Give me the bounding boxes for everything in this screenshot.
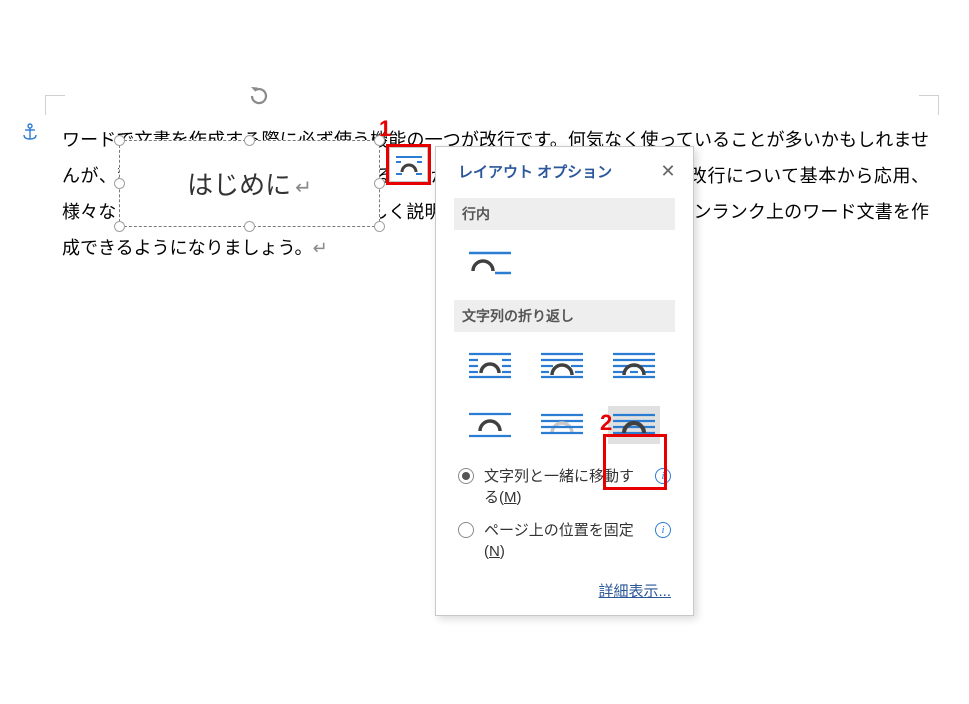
radio-fix-on-page[interactable]: ページ上の位置を固定(N) i <box>458 520 671 562</box>
info-icon[interactable]: i <box>655 468 671 484</box>
resize-handle[interactable] <box>244 135 255 146</box>
page-margin-corner <box>45 95 65 115</box>
resize-handle[interactable] <box>374 178 385 189</box>
wrap-option-in-front[interactable] <box>608 406 660 444</box>
wrap-option-square[interactable] <box>464 346 516 384</box>
anchor-icon <box>22 123 38 146</box>
wrap-option-through[interactable] <box>608 346 660 384</box>
popup-title: レイアウト オプション <box>458 161 647 182</box>
radio-label: ページ上の位置を固定(N) <box>484 520 645 562</box>
resize-handle[interactable] <box>244 221 255 232</box>
pilcrow-icon: ↵ <box>295 177 312 199</box>
section-wrap-label: 文字列の折り返し <box>454 300 675 332</box>
wrap-option-top-bottom[interactable] <box>464 406 516 444</box>
annotation-2: 2 <box>600 410 612 436</box>
wrap-option-behind[interactable] <box>536 406 588 444</box>
layout-options-trigger-button[interactable] <box>389 147 428 182</box>
resize-handle[interactable] <box>114 221 125 232</box>
resize-handle[interactable] <box>114 135 125 146</box>
wrap-option-tight[interactable] <box>536 346 588 384</box>
rotate-handle[interactable] <box>247 84 271 108</box>
details-link[interactable]: 詳細表示... <box>598 583 671 600</box>
radio-icon <box>458 522 474 538</box>
radio-move-with-text[interactable]: 文字列と一緒に移動する(M) i <box>458 466 671 508</box>
wrap-option-inline[interactable] <box>464 244 516 282</box>
resize-handle[interactable] <box>374 221 385 232</box>
pilcrow-icon: ↵ <box>313 238 328 258</box>
annotation-1: 1 <box>379 116 391 142</box>
textbox-selected[interactable]: はじめに↵ <box>119 140 380 227</box>
page-margin-corner <box>919 95 939 115</box>
close-icon[interactable]: ✕ <box>657 161 679 182</box>
layout-options-popup: レイアウト オプション ✕ 行内 文字列の折り返し <box>435 146 694 616</box>
textbox-content: はじめに↵ <box>187 165 312 202</box>
resize-handle[interactable] <box>114 178 125 189</box>
section-inline-label: 行内 <box>454 198 675 230</box>
radio-label: 文字列と一緒に移動する(M) <box>484 466 645 508</box>
info-icon[interactable]: i <box>655 522 671 538</box>
radio-icon <box>458 468 474 484</box>
